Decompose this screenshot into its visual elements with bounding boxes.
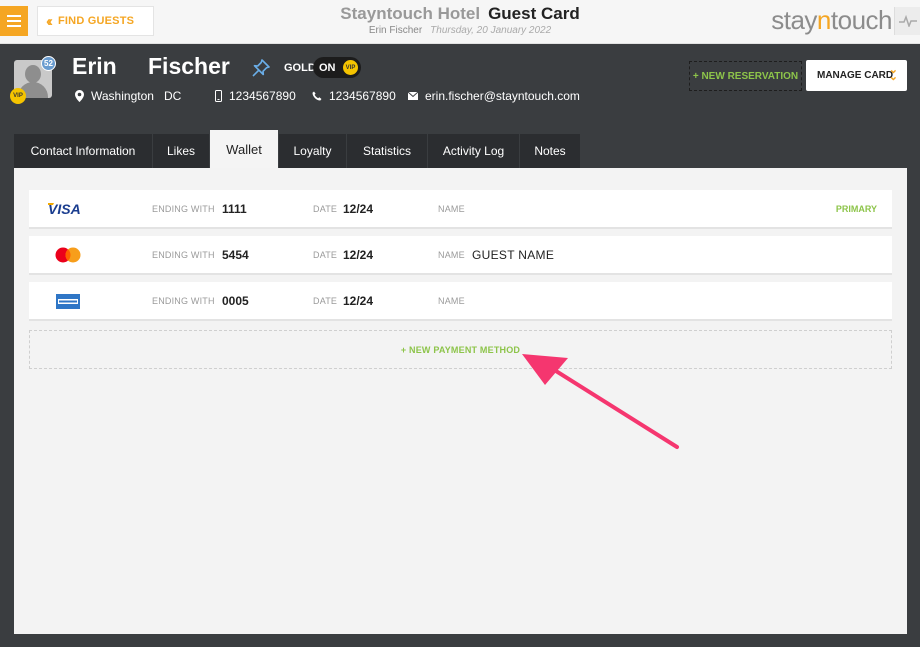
annotation-arrow-icon [522,354,679,449]
